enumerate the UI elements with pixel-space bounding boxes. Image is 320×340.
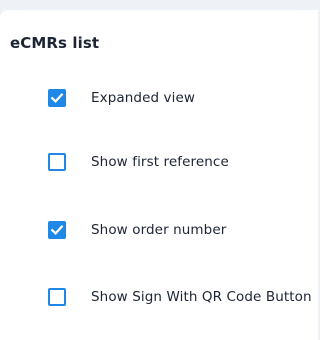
checkmark-icon (50, 93, 64, 103)
option-show-sign-with-qr-code-button[interactable]: Show Sign With QR Code Button (48, 287, 312, 307)
option-show-order-number[interactable]: Show order number (48, 220, 226, 240)
ecmrs-list-settings-panel: eCMRs list Expanded view Show first refe… (0, 10, 318, 340)
expanded-view-label: Expanded view (91, 90, 196, 106)
option-show-first-reference[interactable]: Show first reference (48, 152, 229, 172)
checkmark-icon (50, 225, 64, 235)
show-order-number-label: Show order number (91, 222, 227, 238)
show-sign-with-qr-code-button-checkbox[interactable] (48, 288, 66, 306)
show-first-reference-label: Show first reference (91, 154, 229, 170)
show-sign-with-qr-code-button-label: Show Sign With QR Code Button (91, 289, 312, 305)
panel-title: eCMRs list (10, 34, 100, 52)
show-first-reference-checkbox[interactable] (48, 153, 66, 171)
show-order-number-checkbox[interactable] (48, 221, 66, 239)
option-expanded-view[interactable]: Expanded view (48, 88, 195, 108)
expanded-view-checkbox[interactable] (48, 89, 66, 107)
